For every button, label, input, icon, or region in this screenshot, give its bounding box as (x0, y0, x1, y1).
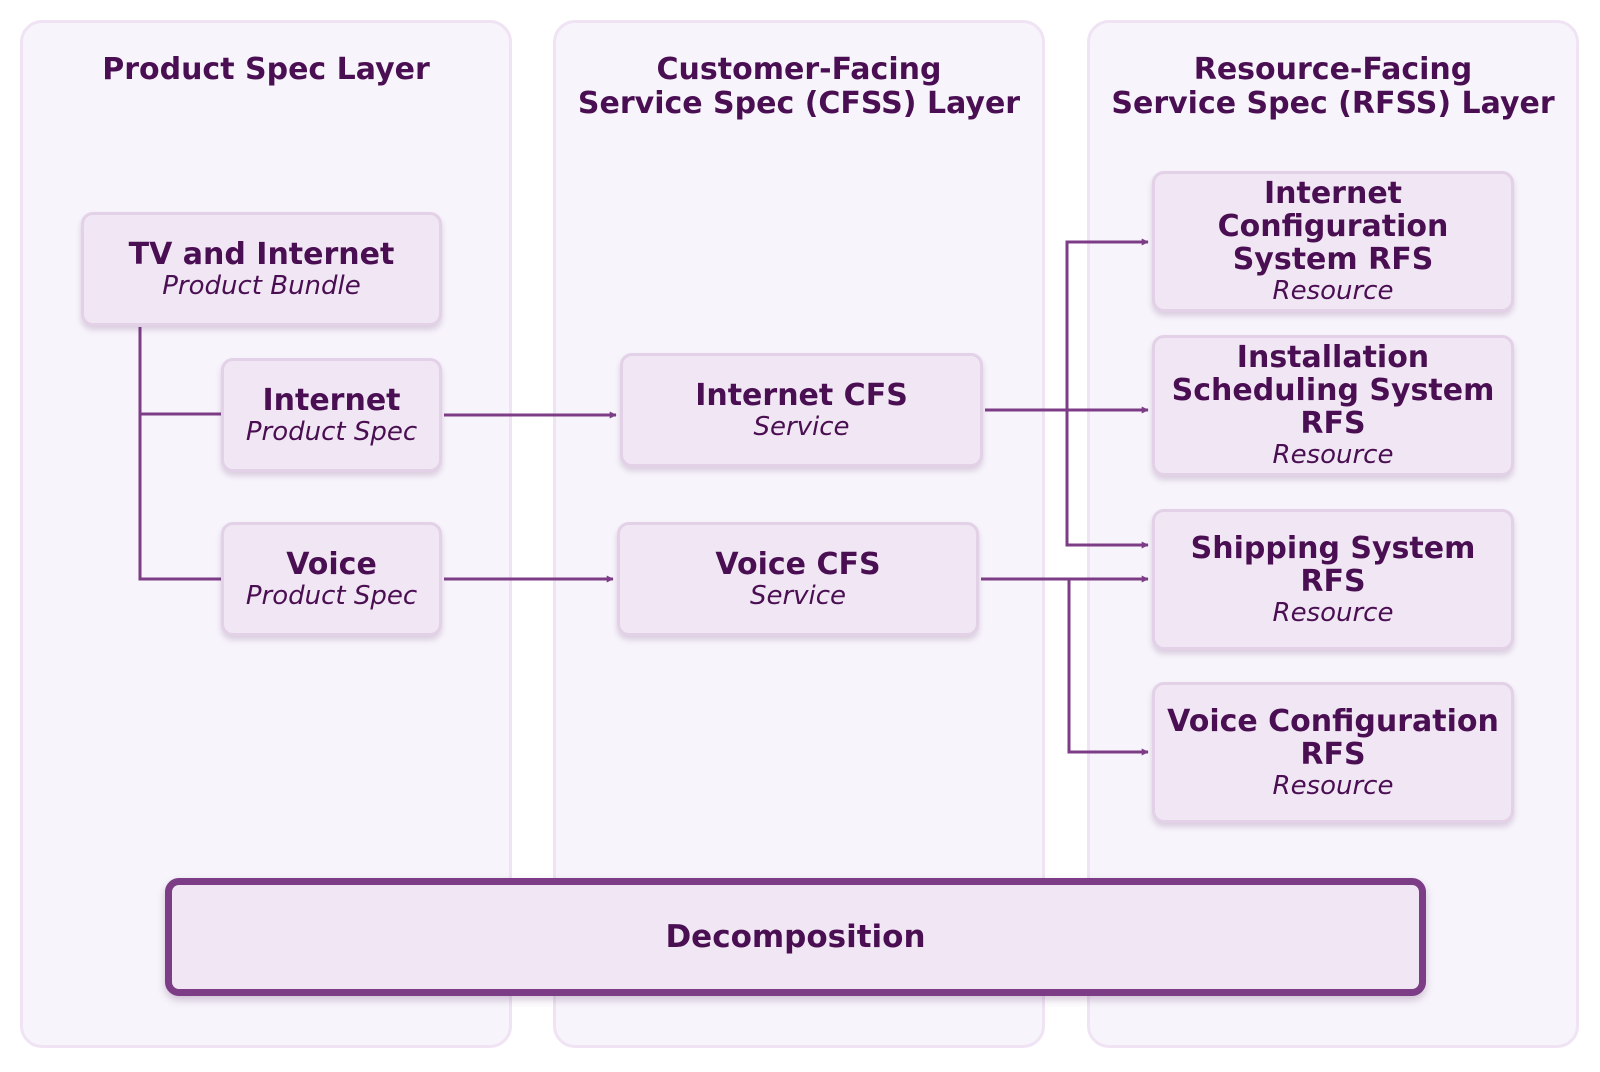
node-title: Voice Configuration RFS (1167, 703, 1499, 772)
decomposition-label: Decomposition (665, 919, 926, 955)
node-subtitle: Resource (1272, 276, 1394, 306)
node-tv-and-internet[interactable]: TV and Internet Product Bundle (81, 212, 442, 326)
node-title: Installation Scheduling System RFS (1171, 340, 1495, 441)
node-subtitle: Service (749, 580, 847, 611)
node-title: Internet (262, 382, 401, 418)
node-subtitle: Resource (1272, 440, 1394, 470)
node-title: Shipping System RFS (1190, 530, 1476, 599)
node-subtitle: Resource (1272, 597, 1394, 628)
node-title: Voice (286, 546, 377, 582)
node-installation-scheduling-system-rfs[interactable]: Installation Scheduling System RFS Resou… (1152, 335, 1514, 476)
decomposition-bar: Decomposition (165, 878, 1426, 996)
node-internet-product-spec[interactable]: Internet Product Spec (221, 358, 442, 472)
node-subtitle: Service (753, 411, 850, 442)
node-title: TV and Internet (128, 236, 395, 272)
node-title: Internet CFS (695, 377, 908, 413)
node-voice-product-spec[interactable]: Voice Product Spec (221, 522, 442, 636)
node-title: Voice CFS (715, 546, 881, 582)
layer-title-rfss: Resource-Facing Service Spec (RFSS) Laye… (1111, 52, 1555, 121)
node-subtitle: Product Spec (245, 416, 418, 447)
node-internet-cfs[interactable]: Internet CFS Service (620, 353, 983, 467)
node-voice-configuration-rfs[interactable]: Voice Configuration RFS Resource (1152, 682, 1514, 823)
node-subtitle: Resource (1272, 770, 1394, 801)
node-subtitle: Product Bundle (162, 270, 361, 301)
node-title: Internet Configuration System RFS (1217, 176, 1449, 277)
layer-title-product-spec: Product Spec Layer (102, 52, 430, 87)
node-voice-cfs[interactable]: Voice CFS Service (617, 522, 979, 636)
node-internet-configuration-system-rfs[interactable]: Internet Configuration System RFS Resour… (1152, 171, 1514, 312)
layer-title-cfss: Customer-Facing Service Spec (CFSS) Laye… (577, 52, 1021, 121)
node-shipping-system-rfs[interactable]: Shipping System RFS Resource (1152, 509, 1514, 650)
node-subtitle: Product Spec (245, 580, 418, 611)
